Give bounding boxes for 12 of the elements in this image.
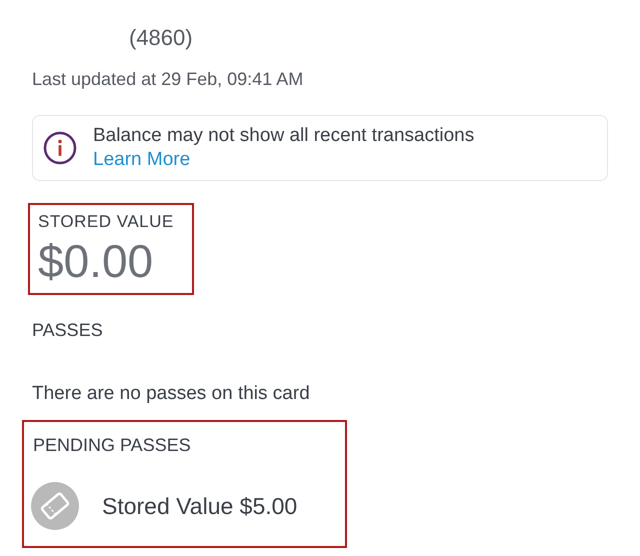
ticket-icon (30, 481, 80, 531)
learn-more-link[interactable]: Learn More (93, 148, 190, 172)
card-number: (4860) (128, 24, 194, 52)
info-icon (43, 131, 77, 165)
pending-passes-label: PENDING PASSES (33, 434, 192, 457)
notice-message: Balance may not show all recent transactions (93, 124, 474, 148)
passes-label: PASSES (32, 318, 104, 342)
stored-value-label: STORED VALUE (38, 211, 175, 233)
pending-pass-name: Stored Value $5.00 (102, 492, 298, 521)
no-passes-text: There are no passes on this card (32, 382, 311, 406)
stored-value-amount: $0.00 (38, 234, 154, 286)
last-updated-text: Last updated at 29 Feb, 09:41 AM (31, 68, 304, 91)
